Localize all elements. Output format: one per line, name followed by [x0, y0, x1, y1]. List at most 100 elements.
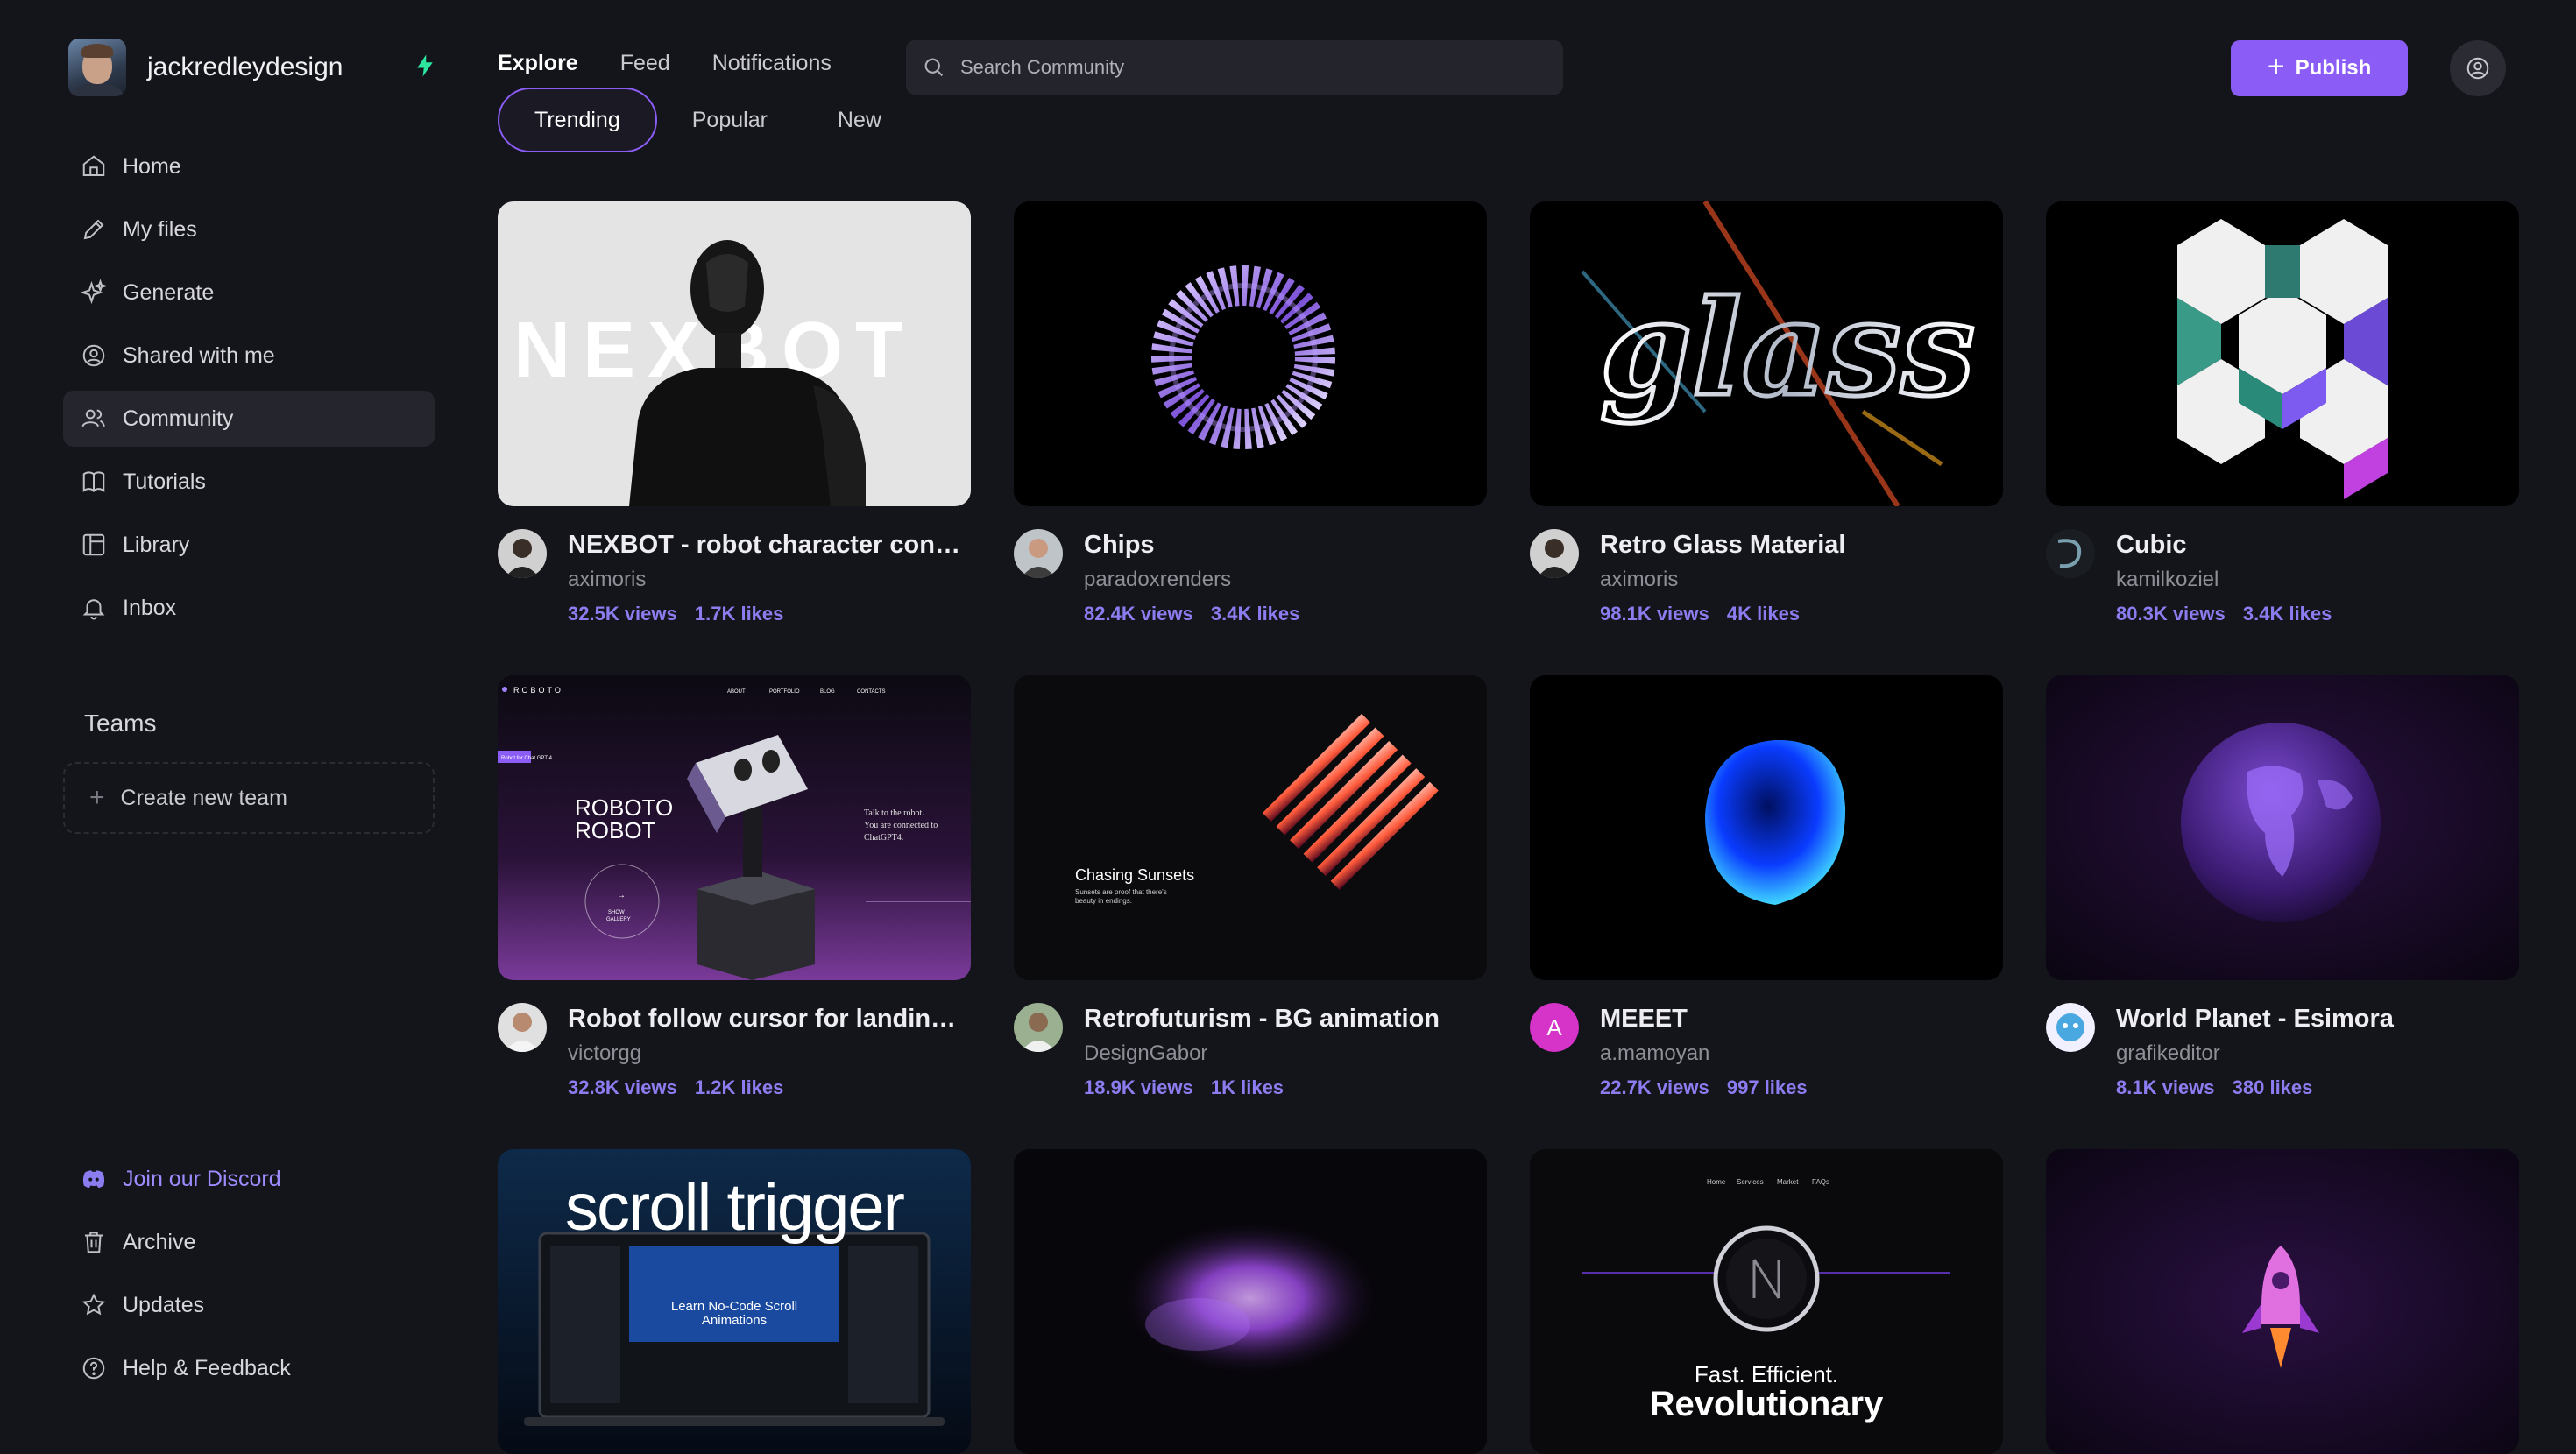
sidebar-item-inbox[interactable]: Inbox [63, 580, 435, 636]
particles-thumbnail-image [1014, 1149, 1487, 1454]
project-title[interactable]: Retrofuturism - BG animation [1084, 1005, 1487, 1034]
sparkle-icon [81, 279, 107, 305]
sidebar-item-generate[interactable]: Generate [63, 265, 435, 321]
project-card[interactable] [1014, 1149, 1487, 1454]
project-thumbnail[interactable] [1014, 201, 1487, 506]
project-thumbnail[interactable] [2046, 675, 2519, 980]
project-thumbnail[interactable]: NEXBOT [498, 201, 971, 506]
author-avatar[interactable] [2046, 529, 2095, 578]
project-card[interactable]: Chasing Sunsets Sunsets are proof that t… [1014, 675, 1487, 1120]
sidebar-item-my-files[interactable]: My files [63, 201, 435, 258]
sidebar-item-community[interactable]: Community [63, 391, 435, 447]
project-author[interactable]: a.mamoyan [1600, 1041, 1709, 1066]
project-thumbnail[interactable] [1530, 675, 2003, 980]
svg-text:PORTFOLIO: PORTFOLIO [769, 689, 800, 695]
project-card[interactable]: Home Services Market FAQs Fast. Efficien… [1530, 1149, 2003, 1454]
project-author[interactable]: aximoris [1600, 568, 1678, 592]
sidebar-item-label: Community [123, 406, 234, 431]
svg-text:Animations: Animations [702, 1313, 767, 1328]
project-author[interactable]: paradoxrenders [1084, 568, 1231, 592]
project-title[interactable]: MEEET [1600, 1005, 2003, 1034]
account-button[interactable] [2450, 40, 2506, 96]
author-avatar[interactable] [1014, 529, 1063, 578]
project-thumbnail[interactable]: Home Services Market FAQs Fast. Efficien… [1530, 1149, 2003, 1454]
project-thumbnail[interactable] [2046, 1149, 2519, 1454]
project-card[interactable]: A MEEET a.mamoyan 22.7K views 997 likes [1530, 675, 2003, 1120]
author-avatar[interactable]: A [1530, 1003, 1579, 1052]
sidebar-item-discord[interactable]: Join our Discord [63, 1151, 435, 1207]
project-author[interactable]: victorgg [568, 1041, 641, 1066]
author-avatar[interactable] [498, 529, 547, 578]
project-title[interactable]: Chips [1084, 531, 1487, 560]
project-card[interactable]: glass Retro Glass Material aximoris 98.1… [1530, 201, 2003, 646]
create-team-button[interactable]: + Create new team [63, 762, 435, 834]
project-author[interactable]: grafikeditor [2116, 1041, 2220, 1066]
project-title[interactable]: Robot follow cursor for landing page [568, 1005, 971, 1034]
author-avatar[interactable] [1014, 1003, 1063, 1052]
sidebar-item-tutorials[interactable]: Tutorials [63, 454, 435, 510]
project-title[interactable]: World Planet - Esimora [2116, 1005, 2519, 1034]
avatar [68, 39, 126, 96]
project-thumbnail[interactable]: scroll trigger Learn No-Code Scroll Anim… [498, 1149, 971, 1454]
tab-feed[interactable]: Feed [620, 51, 670, 76]
subtab-new[interactable]: New [803, 88, 916, 152]
bell-icon [82, 599, 105, 620]
svg-text:beauty in endings.: beauty in endings. [1075, 897, 1132, 905]
views-count: 18.9K views [1084, 1076, 1193, 1098]
sidebar-item-label: Help & Feedback [123, 1355, 291, 1380]
project-thumbnail[interactable] [1014, 1149, 1487, 1454]
discord-icon [82, 1170, 105, 1188]
project-author[interactable]: DesignGabor [1084, 1041, 1207, 1066]
project-card[interactable]: scroll trigger Learn No-Code Scroll Anim… [498, 1149, 971, 1454]
sub-tabs: Trending Popular New [498, 88, 916, 152]
project-card[interactable]: NEXBOT NEXBOT - robot character concept … [498, 201, 971, 646]
sidebar-item-library[interactable]: Library [63, 517, 435, 573]
svg-text:glass: glass [1600, 272, 1975, 426]
roboto-thumbnail-image: ROBOTO ABOUT PORTFOLIO BLOG CONTACTS Rob… [498, 675, 971, 980]
publish-button[interactable]: + Publish [2231, 40, 2408, 96]
username: jackredleydesign [147, 53, 343, 81]
plus-icon: + [89, 783, 105, 812]
project-thumbnail[interactable]: Chasing Sunsets Sunsets are proof that t… [1014, 675, 1487, 980]
author-avatar[interactable] [498, 1003, 547, 1052]
sidebar-item-shared[interactable]: Shared with me [63, 328, 435, 384]
chips-thumbnail-image [1014, 201, 1487, 506]
project-card[interactable]: Chips paradoxrenders 82.4K views 3.4K li… [1014, 201, 1487, 646]
svg-text:Fast. Efficient.: Fast. Efficient. [1695, 1361, 1838, 1387]
search-input[interactable] [960, 56, 1530, 79]
sidebar-item-label: Updates [123, 1292, 205, 1317]
create-team-label: Create new team [120, 785, 287, 810]
likes-count: 380 likes [2232, 1076, 2313, 1098]
sidebar-item-home[interactable]: Home [63, 138, 435, 194]
project-title[interactable]: NEXBOT - robot character concept [568, 531, 971, 560]
project-stats: 18.9K views 1K likes [1084, 1076, 1284, 1099]
project-card[interactable]: World Planet - Esimora grafikeditor 8.1K… [2046, 675, 2519, 1120]
author-avatar[interactable] [1530, 529, 1579, 578]
subtab-trending[interactable]: Trending [498, 88, 657, 152]
lightning-icon[interactable] [412, 51, 438, 81]
sidebar-item-archive[interactable]: Archive [63, 1214, 435, 1270]
project-thumbnail[interactable] [2046, 201, 2519, 506]
tab-notifications[interactable]: Notifications [712, 51, 832, 76]
project-title[interactable]: Retro Glass Material [1600, 531, 2003, 560]
project-thumbnail[interactable]: ROBOTO ABOUT PORTFOLIO BLOG CONTACTS Rob… [498, 675, 971, 980]
project-card[interactable] [2046, 1149, 2519, 1454]
project-author[interactable]: kamilkoziel [2116, 568, 2219, 592]
project-author[interactable]: aximoris [568, 568, 646, 592]
views-count: 22.7K views [1600, 1076, 1709, 1098]
subtab-popular[interactable]: Popular [657, 88, 803, 152]
svg-text:Revolutionary: Revolutionary [1650, 1385, 1884, 1423]
project-thumbnail[interactable]: glass [1530, 201, 2003, 506]
author-avatar[interactable] [2046, 1003, 2095, 1052]
project-title[interactable]: Cubic [2116, 531, 2519, 560]
svg-text:Learn No-Code Scroll: Learn No-Code Scroll [671, 1299, 797, 1314]
svg-text:scroll trigger: scroll trigger [565, 1170, 905, 1245]
top-tabs: Explore Feed Notifications [498, 51, 832, 76]
search-bar[interactable] [906, 40, 1563, 95]
sidebar-item-updates[interactable]: Updates [63, 1277, 435, 1333]
profile[interactable]: jackredleydesign [68, 39, 343, 96]
project-card[interactable]: Cubic kamilkoziel 80.3K views 3.4K likes [2046, 201, 2519, 646]
sidebar-item-help[interactable]: Help & Feedback [63, 1340, 435, 1396]
project-card[interactable]: ROBOTO ABOUT PORTFOLIO BLOG CONTACTS Rob… [498, 675, 971, 1120]
tab-explore[interactable]: Explore [498, 51, 578, 76]
